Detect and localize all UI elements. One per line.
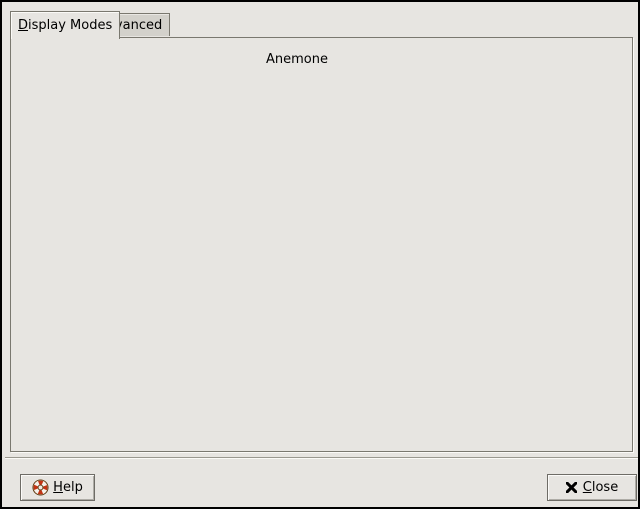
xscreensaver-preferences-window: Display Modes Advanced Mode: Only One Sc… — [0, 0, 640, 509]
help-button[interactable]: Help — [20, 474, 95, 501]
close-x-icon — [566, 482, 577, 493]
notebook-page — [10, 37, 633, 452]
close-button-label: Close — [583, 480, 618, 495]
help-button-label: Help — [53, 480, 83, 495]
preview-frame-title: Anemone — [263, 52, 331, 67]
action-area-separator — [5, 457, 639, 459]
tab-display-modes-label: Display Modes — [18, 18, 112, 33]
help-lifebuoy-icon — [32, 479, 49, 496]
tab-display-modes[interactable]: Display Modes — [10, 11, 120, 39]
close-button[interactable]: Close — [547, 474, 637, 501]
